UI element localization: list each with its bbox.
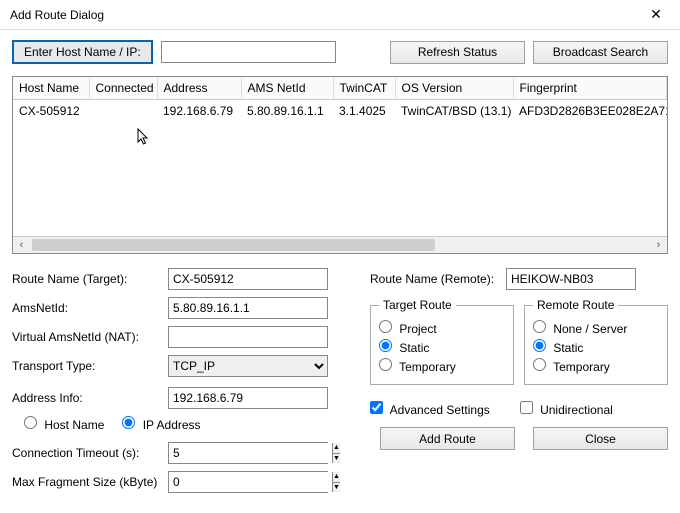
close-icon[interactable]: ✕ — [636, 1, 676, 29]
col-connected[interactable]: Connected — [89, 77, 157, 100]
cursor-icon — [137, 128, 151, 151]
virtual-amsnetid-input[interactable] — [168, 326, 328, 348]
col-amsnetid[interactable]: AMS NetId — [241, 77, 333, 100]
enter-host-button[interactable]: Enter Host Name / IP: — [12, 40, 153, 64]
table-header-row[interactable]: Host Name Connected Address AMS NetId Tw… — [13, 77, 667, 100]
maxfrag-stepper[interactable]: ▲▼ — [168, 471, 328, 493]
target-route-group: Target Route Project Static Temporary — [370, 298, 514, 385]
timeout-stepper[interactable]: ▲▼ — [168, 442, 328, 464]
amsnetid-input[interactable] — [168, 297, 328, 319]
maxfrag-input[interactable] — [169, 472, 332, 492]
spin-up-icon[interactable]: ▲ — [333, 472, 340, 483]
remote-route-static[interactable]: Static — [533, 339, 583, 355]
address-info-input[interactable] — [168, 387, 328, 409]
host-input[interactable] — [161, 41, 336, 63]
remote-route-legend: Remote Route — [533, 298, 618, 312]
transport-type-label: Transport Type: — [12, 359, 162, 373]
target-route-project[interactable]: Project — [379, 320, 437, 336]
close-button[interactable]: Close — [533, 427, 668, 450]
target-route-legend: Target Route — [379, 298, 456, 312]
address-mode-group: Host Name IP Address — [12, 416, 352, 432]
timeout-input[interactable] — [169, 443, 332, 463]
amsnetid-label: AmsNetId: — [12, 301, 162, 315]
right-form: Route Name (Remote): Target Route Projec… — [370, 268, 668, 500]
col-fingerprint[interactable]: Fingerprint — [513, 77, 667, 100]
remote-route-group: Remote Route None / Server Static Tempor… — [524, 298, 668, 385]
table-row[interactable]: CX-505912 192.168.6.79 5.80.89.16.1.1 3.… — [13, 100, 667, 123]
timeout-label: Connection Timeout (s): — [12, 446, 162, 460]
unidirectional-checkbox[interactable]: Unidirectional — [520, 401, 613, 417]
spin-down-icon[interactable]: ▼ — [333, 483, 340, 493]
scroll-track[interactable] — [30, 237, 650, 253]
col-osversion[interactable]: OS Version — [395, 77, 513, 100]
title-bar: Add Route Dialog ✕ — [0, 0, 680, 30]
route-name-target-input[interactable] — [168, 268, 328, 290]
scroll-left-icon[interactable]: ‹ — [13, 237, 30, 253]
route-name-remote-label: Route Name (Remote): — [370, 272, 500, 286]
add-route-button[interactable]: Add Route — [380, 427, 515, 450]
horizontal-scrollbar[interactable]: ‹ › — [13, 236, 667, 253]
refresh-status-button[interactable]: Refresh Status — [390, 41, 525, 64]
virtual-amsnetid-label: Virtual AmsNetId (NAT): — [12, 330, 162, 344]
maxfrag-label: Max Fragment Size (kByte) — [12, 475, 162, 489]
route-name-remote-input[interactable] — [506, 268, 636, 290]
enter-host-label: Enter Host Name / IP: — [24, 45, 141, 59]
addr-mode-hostname-radio[interactable]: Host Name — [24, 416, 104, 432]
col-hostname[interactable]: Host Name — [13, 77, 89, 100]
left-form: Route Name (Target): AmsNetId: Virtual A… — [12, 268, 352, 500]
target-route-temporary[interactable]: Temporary — [379, 358, 456, 374]
remote-route-temporary[interactable]: Temporary — [533, 358, 610, 374]
advanced-settings-checkbox[interactable]: Advanced Settings — [370, 401, 490, 417]
top-row: Enter Host Name / IP: Refresh Status Bro… — [12, 40, 668, 64]
scroll-thumb[interactable] — [32, 239, 435, 251]
broadcast-search-button[interactable]: Broadcast Search — [533, 41, 668, 64]
col-twincat[interactable]: TwinCAT — [333, 77, 395, 100]
remote-route-none[interactable]: None / Server — [533, 320, 627, 336]
scroll-right-icon[interactable]: › — [650, 237, 667, 253]
window-title: Add Route Dialog — [10, 8, 636, 22]
addr-mode-ip-radio[interactable]: IP Address — [122, 416, 200, 432]
hosts-table[interactable]: Host Name Connected Address AMS NetId Tw… — [12, 76, 668, 254]
address-info-label: Address Info: — [12, 391, 162, 405]
col-address[interactable]: Address — [157, 77, 241, 100]
target-route-static[interactable]: Static — [379, 339, 429, 355]
transport-type-select[interactable]: TCP_IP — [168, 355, 328, 377]
dialog-body: Enter Host Name / IP: Refresh Status Bro… — [0, 30, 680, 510]
spin-down-icon[interactable]: ▼ — [333, 454, 340, 464]
route-name-target-label: Route Name (Target): — [12, 272, 162, 286]
spin-up-icon[interactable]: ▲ — [333, 443, 340, 454]
